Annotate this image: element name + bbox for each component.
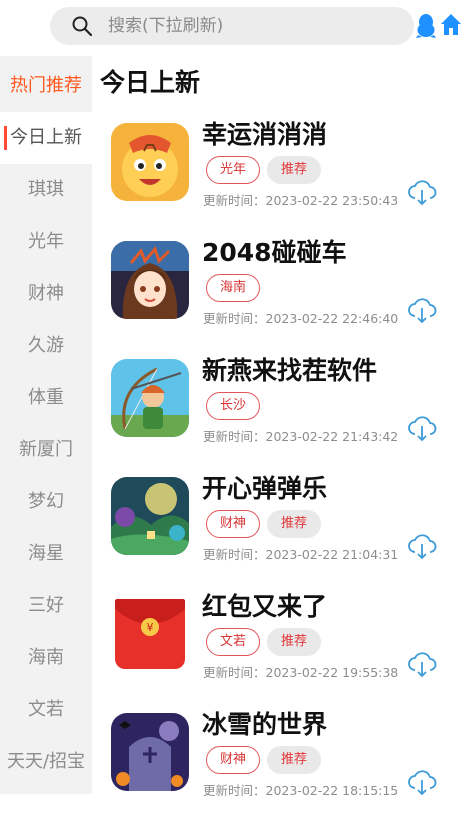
- search-bar[interactable]: 搜索(下拉刷新): [50, 7, 414, 45]
- top-bar: 搜索(下拉刷新): [0, 0, 463, 56]
- section-title: 今日上新: [100, 68, 201, 97]
- app-name: 2048碰碰车: [202, 238, 347, 267]
- source-tag: 海南: [206, 274, 261, 302]
- search-placeholder: 搜索(下拉刷新): [108, 16, 224, 36]
- sidebar-item-tizhong[interactable]: 体重: [0, 372, 92, 424]
- tag-list: 财神 推荐: [206, 510, 328, 538]
- list-item[interactable]: 新燕来找茬软件 长沙 更新时间：2023-02-22 21:43:42: [92, 354, 463, 472]
- sidebar-item-hot[interactable]: 热门推荐: [0, 60, 92, 112]
- source-tag: 光年: [206, 156, 261, 184]
- tag-list: 财神 推荐: [206, 746, 328, 774]
- update-time: 更新时间：2023-02-22 19:55:38: [203, 665, 399, 680]
- sidebar-item-haixing[interactable]: 海星: [0, 528, 92, 580]
- sidebar-item-today-new[interactable]: 今日上新: [0, 112, 92, 164]
- sidebar-item-hainan[interactable]: 海南: [0, 632, 92, 684]
- tag-list: 海南: [206, 274, 267, 302]
- archer-game-icon[interactable]: [111, 359, 189, 437]
- list-item[interactable]: 冰雪的世界 财神 推荐 更新时间：2023-02-22 18:15:15: [92, 708, 463, 826]
- halloween-game-icon[interactable]: [111, 713, 189, 791]
- category-sidebar: 热门推荐 今日上新 琪琪 光年 财神 久游 体重 新厦门 梦幻 海星 三好 海南…: [0, 56, 92, 794]
- cloud-download-icon[interactable]: [406, 176, 438, 208]
- list-item[interactable]: 幸运消消消 光年 推荐 更新时间：2023-02-22 23:50:43: [92, 118, 463, 236]
- app-name: 幸运消消消: [202, 120, 328, 149]
- home-icon[interactable]: [440, 13, 462, 37]
- source-tag: 长沙: [206, 392, 261, 420]
- sidebar-item-qiqi[interactable]: 琪琪: [0, 164, 92, 216]
- sidebar-item-sanhao[interactable]: 三好: [0, 580, 92, 632]
- tag-list: 文若 推荐: [206, 628, 328, 656]
- app-name: 冰雪的世界: [202, 710, 328, 739]
- tag-list: 光年 推荐: [206, 156, 328, 184]
- sidebar-item-menghuan[interactable]: 梦幻: [0, 476, 92, 528]
- anime-girl-game-icon[interactable]: [111, 241, 189, 319]
- recommend-tag: 推荐: [267, 746, 322, 774]
- app-list-panel: 今日上新 幸运消消消 光年 推荐 更新时间：2023-02-22 23:50:43: [92, 56, 463, 798]
- cloud-download-icon[interactable]: [406, 294, 438, 326]
- recommend-tag: 推荐: [267, 510, 322, 538]
- cloud-download-icon[interactable]: [406, 530, 438, 562]
- source-tag: 财神: [206, 510, 261, 538]
- sidebar-item-caishen[interactable]: 财神: [0, 268, 92, 320]
- list-item[interactable]: ¥ 红包又来了 文若 推荐 更新时间：2023-02-22 19:55:38: [92, 590, 463, 708]
- recommend-tag: 推荐: [267, 628, 322, 656]
- sidebar-item-jiuyou[interactable]: 久游: [0, 320, 92, 372]
- update-time: 更新时间：2023-02-22 21:43:42: [203, 429, 399, 444]
- update-time: 更新时间：2023-02-22 22:46:40: [203, 311, 399, 326]
- update-time: 更新时间：2023-02-22 18:15:15: [203, 783, 399, 798]
- sidebar-item-tiantian[interactable]: 天天/招宝: [0, 736, 92, 788]
- sidebar-item-xinxiamen[interactable]: 新厦门: [0, 424, 92, 476]
- source-tag: 财神: [206, 746, 261, 774]
- red-envelope-icon[interactable]: ¥: [111, 595, 189, 673]
- app-name: 新燕来找茬软件: [202, 356, 378, 385]
- forest-game-icon[interactable]: [111, 477, 189, 555]
- search-icon: [72, 16, 92, 36]
- update-time: 更新时间：2023-02-22 23:50:43: [203, 193, 399, 208]
- list-item[interactable]: 开心弹弹乐 财神 推荐 更新时间：2023-02-22 21:04:31: [92, 472, 463, 590]
- cloud-download-icon[interactable]: [406, 412, 438, 444]
- cloud-download-icon[interactable]: [406, 648, 438, 680]
- qq-penguin-icon[interactable]: [416, 13, 436, 39]
- tag-list: 长沙: [206, 392, 267, 420]
- app-name: 红包又来了: [202, 592, 328, 621]
- tiger-game-icon[interactable]: [111, 123, 189, 201]
- recommend-tag: 推荐: [267, 156, 322, 184]
- sidebar-item-guangnian[interactable]: 光年: [0, 216, 92, 268]
- list-item[interactable]: 2048碰碰车 海南 更新时间：2023-02-22 22:46:40: [92, 236, 463, 354]
- sidebar-item-wenruo[interactable]: 文若: [0, 684, 92, 736]
- app-name: 开心弹弹乐: [202, 474, 328, 503]
- update-time: 更新时间：2023-02-22 21:04:31: [203, 547, 399, 562]
- source-tag: 文若: [206, 628, 261, 656]
- cloud-download-icon[interactable]: [406, 766, 438, 798]
- svg-text:¥: ¥: [147, 621, 154, 634]
